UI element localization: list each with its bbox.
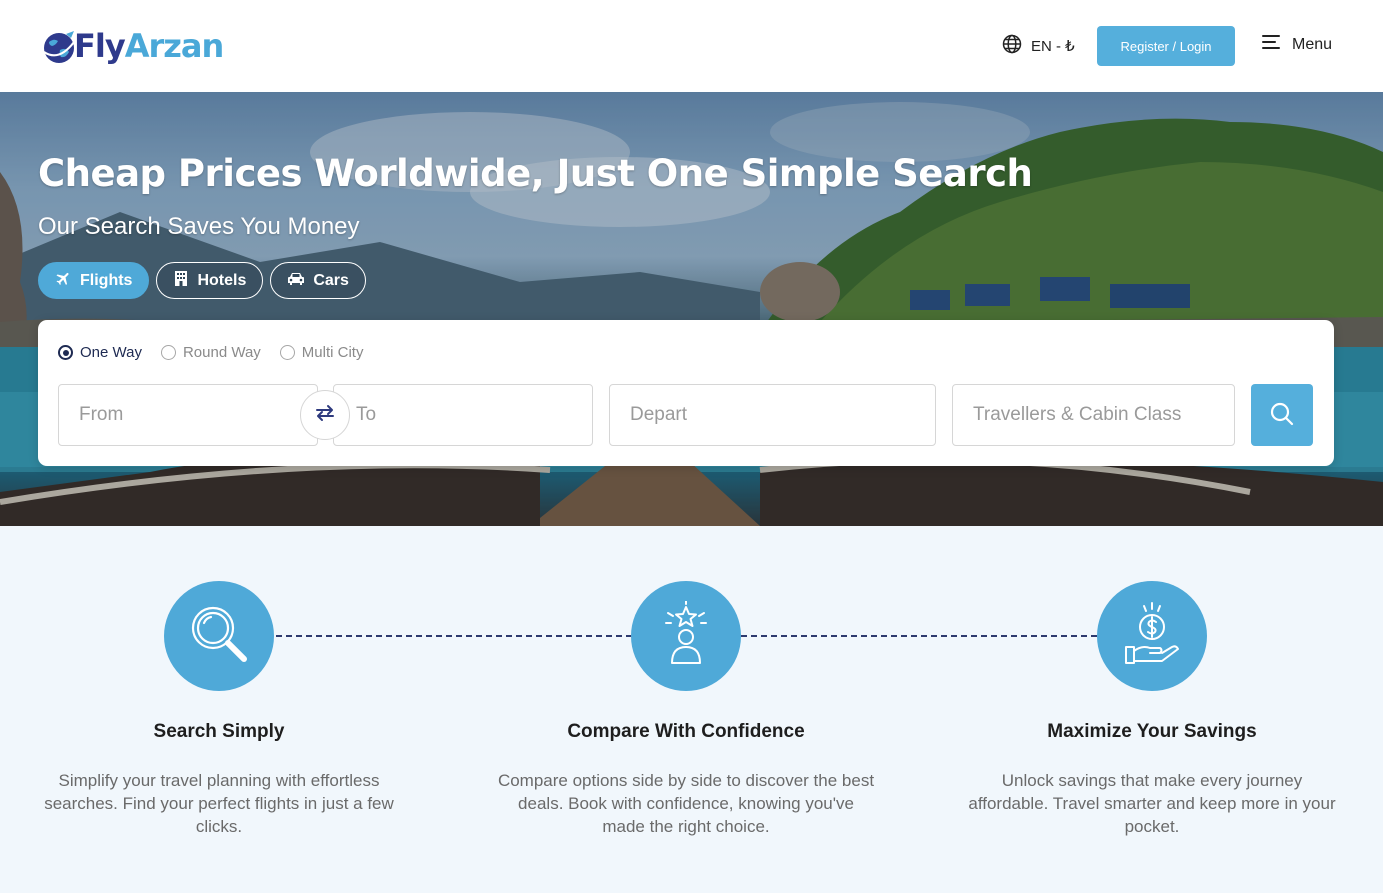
travellers-cabin-input[interactable]	[952, 384, 1235, 446]
menu-label: Menu	[1292, 35, 1333, 53]
from-input[interactable]	[58, 384, 318, 446]
flight-search-card: One Way Round Way Multi City	[38, 320, 1334, 466]
menu-button[interactable]: Menu	[1262, 34, 1332, 55]
tab-cars-label: Cars	[313, 271, 349, 289]
radio-indicator[interactable]	[279, 345, 295, 360]
feature-title: Search Simply	[153, 721, 285, 742]
radio-one-way[interactable]: One Way	[58, 344, 142, 361]
trip-type-radios: One Way Round Way Multi City	[58, 344, 363, 361]
feature-description: Simplify your travel planning with effor…	[44, 771, 394, 836]
radio-indicator[interactable]	[160, 345, 176, 360]
tab-hotels[interactable]: Hotels	[156, 262, 264, 299]
logo[interactable]: FlyArzan	[40, 24, 224, 68]
feature-icon-circle	[631, 581, 741, 691]
search-button[interactable]	[1251, 384, 1313, 446]
money-hand-icon	[1122, 601, 1182, 672]
hero-banner: Cheap Prices Worldwide, Just One Simple …	[0, 92, 1383, 526]
tab-flights[interactable]: Flights	[38, 262, 150, 299]
radio-round-way[interactable]: Round Way	[160, 344, 261, 361]
radio-one-way-label: One Way	[80, 344, 142, 361]
search-type-tabs: Flights Hotels Cars	[38, 262, 366, 299]
tab-hotels-label: Hotels	[197, 271, 247, 289]
tab-flights-label: Flights	[80, 271, 133, 289]
feature-description: Unlock savings that make every journey a…	[968, 771, 1336, 836]
globe-logo-icon	[40, 28, 76, 64]
feature-title: Maximize Your Savings	[1047, 721, 1257, 742]
swap-arrows-icon	[314, 403, 336, 428]
radio-multi-city[interactable]: Multi City	[279, 344, 364, 361]
depart-date-input[interactable]	[609, 384, 936, 446]
plane-icon	[55, 270, 72, 292]
feature-icon-circle	[1097, 581, 1207, 691]
feature-icon-circle	[164, 581, 274, 691]
radio-indicator[interactable]	[58, 345, 73, 360]
car-icon	[287, 271, 305, 291]
swap-button[interactable]	[300, 390, 350, 440]
globe-icon	[1002, 34, 1022, 58]
to-input[interactable]	[333, 384, 593, 446]
search-icon	[1269, 401, 1295, 430]
hero-title: Cheap Prices Worldwide, Just One Simple …	[38, 152, 1033, 195]
feature-title: Compare With Confidence	[567, 721, 805, 742]
magnifier-icon	[186, 601, 252, 672]
dashed-connector	[276, 635, 632, 637]
hotel-icon	[173, 270, 189, 291]
language-label: EN - ₺	[1031, 38, 1075, 55]
feature-description: Compare options side by side to discover…	[497, 771, 875, 836]
site-header: FlyArzan EN - ₺ Register / Login Menu	[0, 0, 1383, 92]
register-login-button[interactable]: Register / Login	[1097, 26, 1235, 66]
star-person-icon	[658, 599, 714, 672]
hamburger-icon	[1262, 34, 1280, 55]
logo-text: FlyArzan	[74, 27, 224, 65]
features-section: Search Simply Compare With Confidence Ma…	[0, 526, 1383, 893]
dashed-connector	[741, 635, 1097, 637]
hero-subtitle: Our Search Saves You Money	[38, 213, 360, 240]
language-selector[interactable]: EN - ₺	[1002, 34, 1075, 58]
radio-round-way-label: Round Way	[182, 344, 261, 361]
radio-multi-city-label: Multi City	[301, 344, 364, 361]
tab-cars[interactable]: Cars	[270, 262, 366, 299]
